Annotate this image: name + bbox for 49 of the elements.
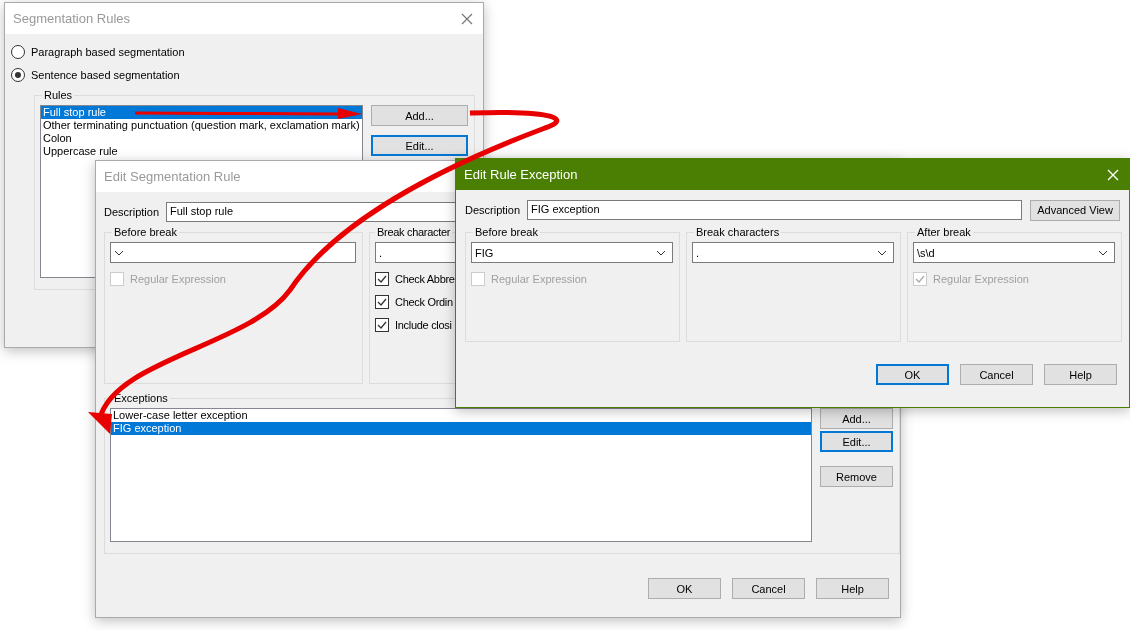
group-label: Before break (113, 226, 178, 238)
chevron-icon (877, 249, 887, 256)
group-label: Break characters (695, 226, 781, 238)
dialog-button[interactable]: Help (816, 578, 889, 599)
group-label: After break (916, 226, 972, 238)
close-icon[interactable] (461, 12, 473, 25)
group-label: Exceptions (113, 392, 169, 404)
checkbox-label[interactable]: Include closi (395, 318, 452, 331)
list-item[interactable]: Uppercase rule (41, 145, 362, 158)
checkbox[interactable] (375, 294, 389, 309)
description-field[interactable]: FIG exception (527, 200, 1023, 220)
group-label: Break character (376, 226, 452, 238)
window-title: Edit Segmentation Rule (104, 169, 241, 184)
window-title: Edit Rule Exception (464, 167, 578, 182)
group-label: Rules (43, 89, 74, 101)
dialog-button[interactable]: Cancel (732, 578, 805, 599)
dialog-button[interactable]: OK (648, 578, 721, 599)
window-title: Segmentation Rules (13, 11, 131, 26)
list-item[interactable]: Colon (41, 132, 362, 145)
chevron-icon (114, 249, 124, 256)
checkbox-label[interactable]: Check Abbre (395, 272, 455, 285)
dialog-button[interactable]: Cancel (960, 364, 1033, 385)
list-item[interactable]: Lower-case letter exception (111, 409, 811, 422)
dialog-button[interactable]: OK (876, 364, 949, 385)
field-label: Description (104, 206, 160, 218)
dropdown-field[interactable] (110, 242, 356, 263)
list-item[interactable]: FIG exception (111, 422, 811, 435)
dropdown-field[interactable]: . (692, 242, 894, 263)
chevron-icon (1098, 249, 1108, 256)
list-item[interactable]: Other terminating punctuation (question mark, exclamation mark) (41, 119, 362, 132)
dialog-button[interactable]: Help (1044, 364, 1117, 385)
dropdown-field[interactable]: FIG (471, 242, 673, 263)
dropdown-field[interactable]: \s\d (913, 242, 1115, 263)
radio-label[interactable]: Sentence based segmentation (31, 68, 180, 81)
group-label: Before break (474, 226, 539, 238)
chevron-icon (656, 249, 666, 256)
dialog-button[interactable]: Add... (371, 105, 468, 126)
checkbox[interactable] (375, 271, 389, 286)
dialog-button[interactable]: Edit... (820, 431, 893, 452)
radio-button[interactable] (11, 67, 25, 82)
checkbox[interactable] (375, 317, 389, 332)
advanced-view-button[interactable]: Advanced View (1030, 199, 1120, 221)
field-label: Description (465, 204, 521, 216)
dialog-button[interactable]: Remove (820, 466, 893, 487)
dialog-button[interactable]: Edit... (371, 135, 468, 156)
dialog-button[interactable]: Add... (820, 408, 893, 429)
checkbox-label[interactable]: Check Ordin (395, 295, 453, 308)
radio-button[interactable] (11, 44, 25, 59)
radio-label[interactable]: Paragraph based segmentation (31, 45, 185, 58)
